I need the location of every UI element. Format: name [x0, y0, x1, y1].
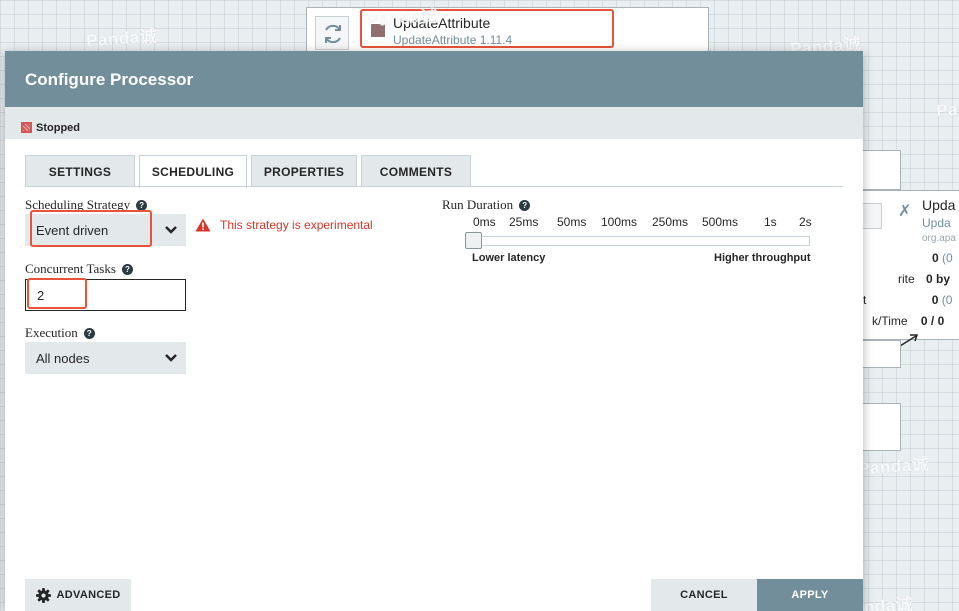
tick-label: 50ms [557, 215, 587, 229]
processor-icon-box [315, 16, 349, 50]
stat-row: rite 0 by [898, 272, 951, 286]
running-icon: ✗ [898, 203, 912, 220]
tick-label: 1s [764, 215, 777, 229]
help-icon[interactable]: ? [136, 199, 148, 211]
tab-comments[interactable]: COMMENTS [361, 155, 471, 187]
stat-row: 0 (0 [932, 251, 953, 265]
status-text: Stopped [36, 121, 80, 134]
run-duration-slider-track[interactable] [468, 236, 810, 246]
warning-text: This strategy is experimental [220, 218, 373, 232]
higher-throughput-label: Higher throughput [714, 252, 811, 264]
help-icon[interactable]: ? [121, 263, 133, 275]
tick-label: 250ms [652, 215, 689, 229]
concurrent-tasks-label: Concurrent Tasks ? [25, 261, 133, 277]
dialog-tabs: SETTINGS SCHEDULING PROPERTIES COMMENTS [25, 155, 475, 188]
run-duration-label: Run Duration ? [442, 197, 531, 213]
processor-type: Upda [922, 216, 951, 230]
refresh-icon [325, 24, 341, 44]
processor-name: Upda [922, 197, 956, 213]
tick-label: 25ms [509, 215, 539, 229]
tick-label: 0ms [473, 215, 496, 229]
help-icon[interactable]: ? [519, 199, 531, 211]
run-duration-ticks: 0ms 25ms 50ms 100ms 250ms 500ms 1s 2s [463, 215, 815, 231]
processor-package: org.apa [922, 233, 956, 244]
run-duration-slider-handle[interactable] [465, 232, 482, 249]
help-icon[interactable]: ? [83, 327, 95, 339]
chevron-down-icon [165, 354, 177, 362]
execution-select[interactable]: All nodes [25, 342, 186, 374]
lower-latency-label: Lower latency [472, 252, 546, 264]
experimental-warning: This strategy is experimental [195, 218, 373, 232]
processor-status: Stopped [5, 107, 863, 139]
advanced-button[interactable]: ADVANCED [25, 579, 131, 611]
cancel-button[interactable]: CANCEL [651, 579, 757, 611]
highlight-scheduling-strategy [30, 210, 152, 247]
execution-label: Execution ? [25, 325, 95, 341]
apply-button[interactable]: APPLY [757, 579, 863, 611]
configure-processor-dialog: Configure Processor Stopped SETTINGS SCH… [5, 51, 863, 611]
tab-properties[interactable]: PROPERTIES [251, 155, 357, 187]
stat-row: k/Time 0 / 0 [872, 314, 945, 328]
connection-arrow-icon [899, 334, 919, 347]
warning-icon [195, 218, 211, 232]
processor-icon-box [860, 203, 882, 229]
dialog-title: Configure Processor [5, 51, 863, 107]
chevron-down-icon [165, 226, 177, 234]
gear-icon [35, 587, 51, 603]
tab-settings[interactable]: SETTINGS [25, 155, 135, 187]
highlight-processor-name [360, 9, 614, 48]
tab-scheduling[interactable]: SCHEDULING [139, 155, 247, 188]
execution-value: All nodes [36, 351, 90, 366]
stat-row: t 0 (0 [863, 293, 953, 307]
tab-divider [25, 186, 843, 187]
tick-label: 100ms [601, 215, 638, 229]
tick-label: 500ms [702, 215, 739, 229]
highlight-concurrent-tasks [27, 278, 87, 309]
tick-label: 2s [799, 215, 812, 229]
stopped-status-icon [21, 122, 32, 133]
